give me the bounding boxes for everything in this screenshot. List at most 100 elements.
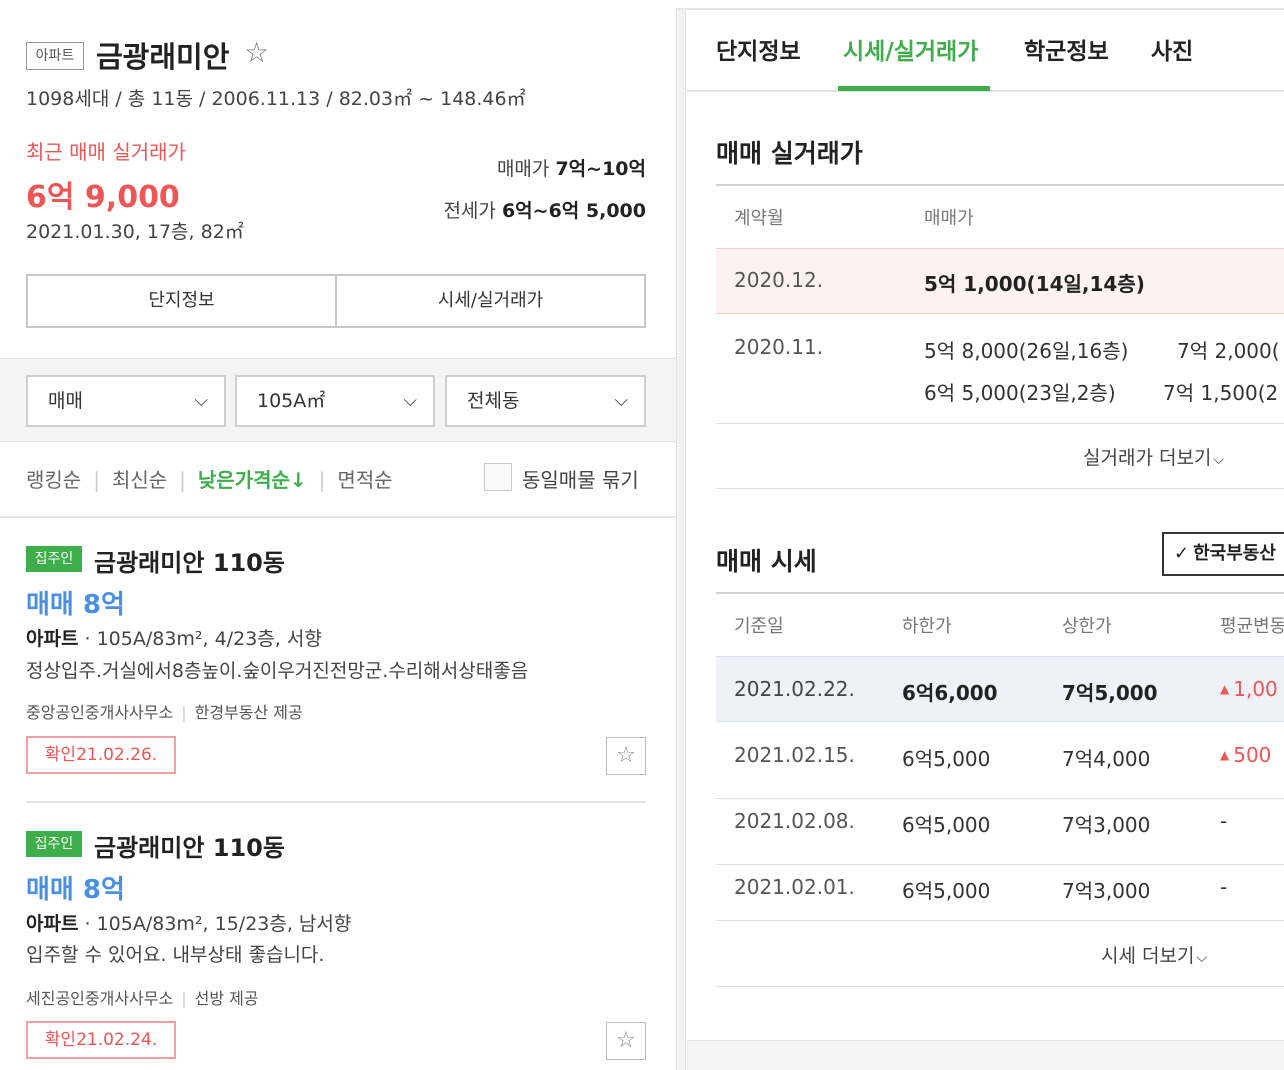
listing-description: 입주할 수 있어요. 내부상태 좋습니다. xyxy=(26,944,325,966)
quote-low: 6억5,000 xyxy=(902,813,991,837)
jeonse-range-label: 전세가 xyxy=(443,200,496,222)
quote-change: ▲ 1,00 xyxy=(1220,677,1278,701)
listing-spec-detail: · 105A/83m², 15/23층, 남서향 xyxy=(78,913,352,935)
agency-provider: 선방 제공 xyxy=(194,989,259,1008)
sort-divider-line xyxy=(0,516,676,518)
quote-date: 2021.02.01. xyxy=(734,875,855,899)
quote-section-title: 매매 시세 xyxy=(716,547,817,576)
col-high-price: 상한가 xyxy=(1062,616,1112,637)
sale-range-label: 매매가 xyxy=(496,158,550,180)
owner-badge: 집주인 xyxy=(26,831,82,857)
table-top-border xyxy=(716,592,1284,594)
quotes-more-label: 시세 더보기 xyxy=(1101,945,1195,967)
area-select[interactable]: 105A㎡ ⌵ xyxy=(235,375,435,427)
detail-panel: 단지정보 시세/실거래가 학군정보 사진 매매 실거래가 계약월 매매가 202… xyxy=(687,10,1284,1070)
sort-divider: | xyxy=(93,468,100,492)
chevron-down-icon: ⌵ xyxy=(1196,950,1208,966)
chevron-down-icon: ⌵ xyxy=(403,390,417,411)
owner-badge: 집주인 xyxy=(26,546,82,572)
up-arrow-icon: ▲ xyxy=(1220,682,1230,696)
row-divider xyxy=(716,798,1284,799)
chevron-down-icon: ⌵ xyxy=(1213,452,1225,468)
complex-info-button[interactable]: 단지정보 xyxy=(28,276,335,326)
card-divider xyxy=(26,801,646,803)
panel-divider xyxy=(676,10,686,1070)
listing-title[interactable]: 금광래미안 110동 xyxy=(94,543,285,578)
quote-low: 6억5,000 xyxy=(902,747,991,771)
agency-divider: | xyxy=(181,703,187,722)
col-low-price: 하한가 xyxy=(902,616,952,637)
deal-price: 7억 2,000( xyxy=(1177,339,1280,363)
favorite-star-icon[interactable]: ☆ xyxy=(244,36,269,69)
group-listings-checkbox[interactable] xyxy=(484,463,512,491)
chevron-down-icon: ⌵ xyxy=(614,390,628,411)
agency-name: 세진공인중개사사무소 xyxy=(26,989,174,1008)
jeonse-range: 전세가 6억~6억 5,000 xyxy=(443,196,646,223)
group-listings-label: 동일매물 묶기 xyxy=(522,468,639,492)
sort-divider: | xyxy=(179,468,186,492)
confirm-date-badge: 확인21.02.26. xyxy=(26,736,176,774)
deals-more-button[interactable]: 실거래가 더보기 ⌵ xyxy=(1083,443,1224,470)
quote-date: 2021.02.22. xyxy=(734,677,855,701)
listing-favorite-button[interactable]: ☆ xyxy=(606,1022,646,1060)
listing-spec-detail: · 105A/83m², 4/23층, 서향 xyxy=(78,628,322,650)
sale-range: 매매가 7억~10억 xyxy=(497,154,646,181)
quotes-more-button[interactable]: 시세 더보기 ⌵ xyxy=(1101,941,1207,968)
listing-panel: 아파트 금광래미안 ☆ 1098세대 / 총 11동 / 2006.11.13 … xyxy=(0,0,676,1070)
section-divider xyxy=(716,986,1284,987)
listing-favorite-button[interactable]: ☆ xyxy=(606,737,646,775)
quote-change-value: 500 xyxy=(1233,743,1272,767)
quote-high: 7억5,000 xyxy=(1062,681,1158,705)
trade-type-value: 매매 xyxy=(48,390,83,412)
sort-low-price[interactable]: 낮은가격순↓ xyxy=(198,468,307,492)
quote-date: 2021.02.15. xyxy=(734,743,855,767)
area-value: 105A㎡ xyxy=(257,390,326,412)
col-avg-change: 평균변동 xyxy=(1220,616,1284,637)
sort-area[interactable]: 면적순 xyxy=(337,468,392,492)
source-select-button[interactable]: ✓ 한국부동산 xyxy=(1162,532,1284,576)
section-divider xyxy=(716,488,1284,489)
chevron-down-icon: ⌵ xyxy=(194,390,208,411)
agency-name: 중앙공인중개사사무소 xyxy=(26,703,174,722)
quote-high: 7억3,000 xyxy=(1062,879,1151,903)
source-label: 한국부동산 xyxy=(1193,543,1276,564)
star-icon: ☆ xyxy=(616,743,636,768)
confirm-date-badge: 확인21.02.24. xyxy=(26,1021,176,1059)
quote-change: - xyxy=(1220,875,1228,899)
quote-high: 7억3,000 xyxy=(1062,813,1151,837)
col-contract-month: 계약월 xyxy=(734,208,784,229)
sort-ranking[interactable]: 랭킹순 xyxy=(26,468,81,492)
jeonse-range-value: 6억~6억 5,000 xyxy=(501,200,646,222)
deals-more-label: 실거래가 더보기 xyxy=(1083,447,1212,469)
listing-spec-type: 아파트 xyxy=(26,628,79,650)
listing-agency: 중앙공인중개사사무소 | 한경부동산 제공 xyxy=(26,699,303,723)
check-icon: ✓ xyxy=(1174,543,1190,564)
deal-section-title: 매매 실거래가 xyxy=(716,139,863,168)
price-history-button[interactable]: 시세/실거래가 xyxy=(335,276,644,326)
listing-price: 매매 8억 xyxy=(26,590,125,620)
footer-band xyxy=(687,1040,1284,1070)
sort-latest[interactable]: 최신순 xyxy=(112,468,167,492)
star-icon: ☆ xyxy=(616,1028,636,1053)
col-base-date: 기준일 xyxy=(734,616,784,637)
deal-price: 6억 5,000(23일,2층) xyxy=(924,381,1116,405)
quote-low: 6억5,000 xyxy=(902,879,991,903)
complex-summary: 1098세대 / 총 11동 / 2006.11.13 / 82.03㎡ ~ 1… xyxy=(26,88,526,110)
sale-range-value: 7억~10억 xyxy=(555,158,646,180)
tab-photos[interactable]: 사진 xyxy=(1151,32,1193,66)
quote-change: ▲ 500 xyxy=(1220,743,1271,767)
listing-title[interactable]: 금광래미안 110동 xyxy=(94,828,285,863)
quote-change-value: 1,00 xyxy=(1233,677,1278,701)
deal-price: 5억 1,000(14일,14층) xyxy=(924,272,1145,296)
active-tab-indicator xyxy=(838,86,990,91)
row-divider xyxy=(716,423,1284,424)
dong-select[interactable]: 전체동 ⌵ xyxy=(445,375,646,427)
trade-type-select[interactable]: 매매 ⌵ xyxy=(26,375,226,427)
tab-price-history[interactable]: 시세/실거래가 xyxy=(843,32,978,66)
tab-complex-info[interactable]: 단지정보 xyxy=(716,32,801,66)
row-divider xyxy=(716,864,1284,865)
sort-options: 랭킹순 | 최신순 | 낮은가격순↓ | 면적순 xyxy=(26,464,403,493)
detail-tabs: 단지정보 시세/실거래가 학군정보 사진 xyxy=(687,10,1284,92)
agency-provider: 한경부동산 제공 xyxy=(194,703,303,722)
tab-school-info[interactable]: 학군정보 xyxy=(1024,32,1109,66)
